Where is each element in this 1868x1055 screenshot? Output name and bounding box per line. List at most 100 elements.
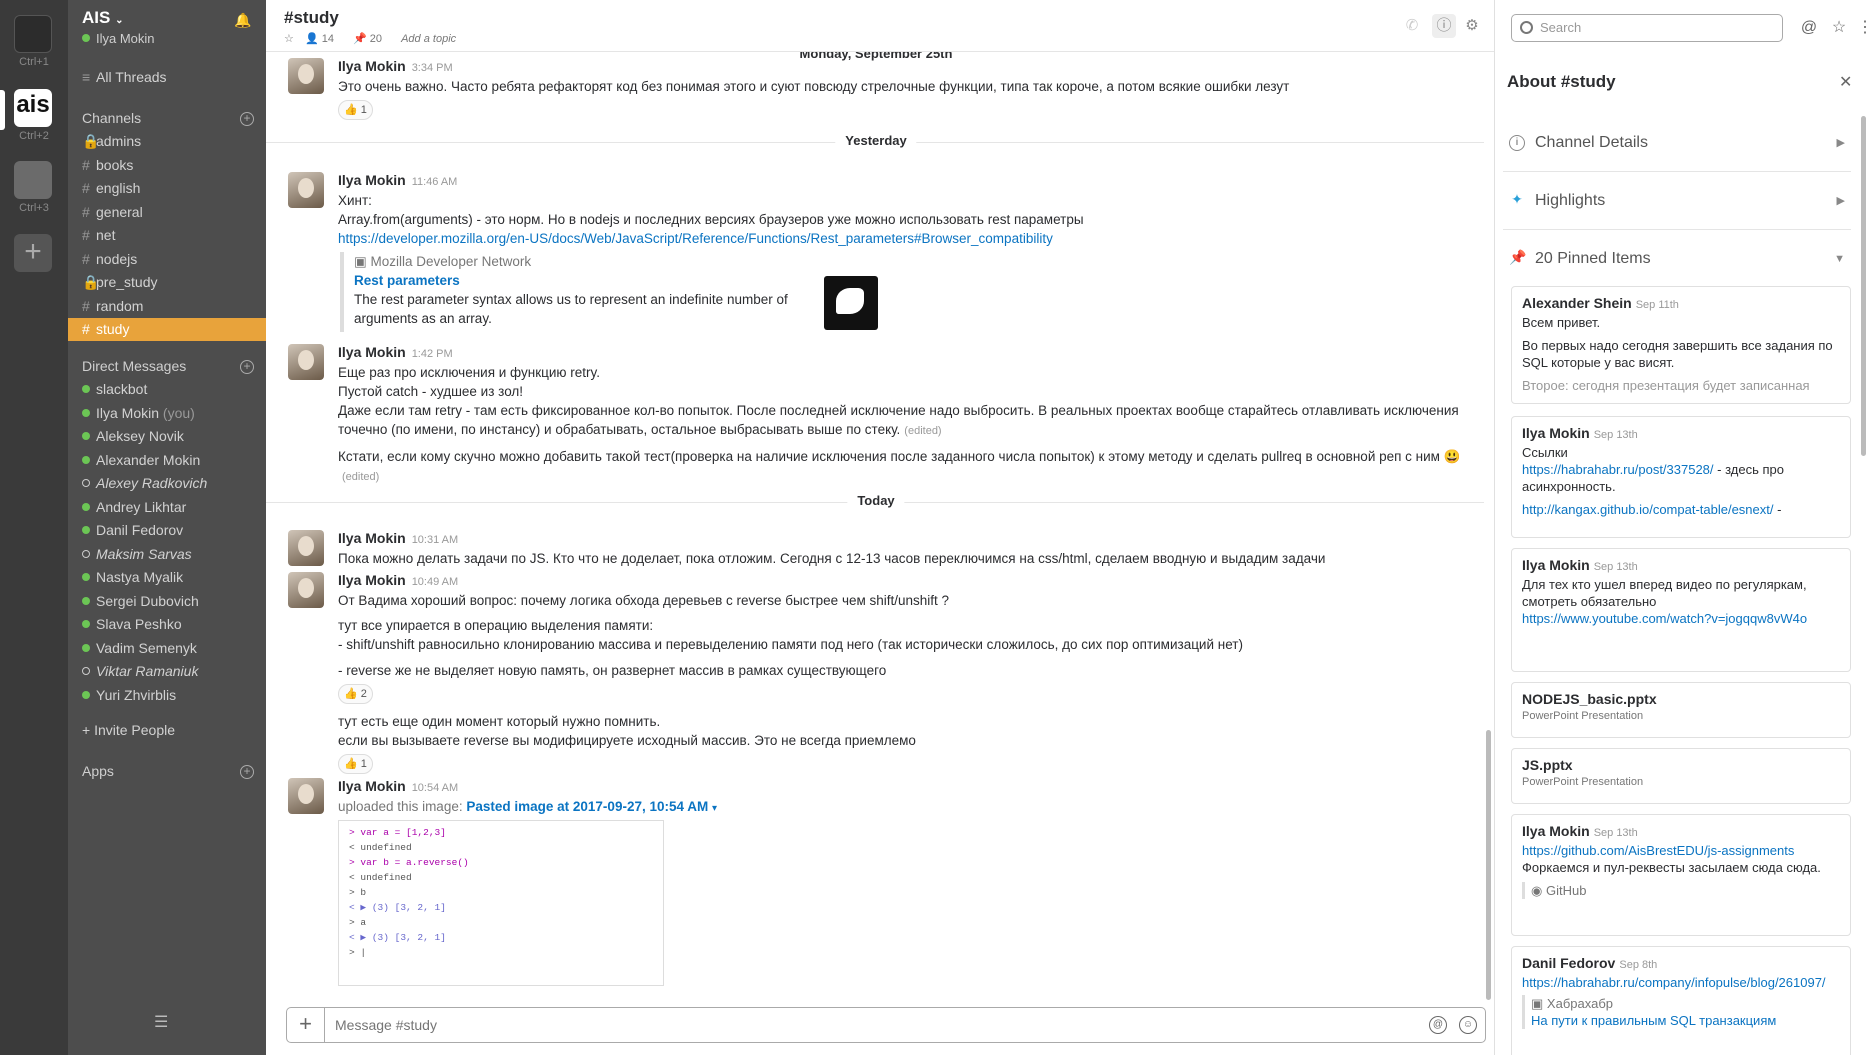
dm-item-yuri-zhvirblis[interactable]: Yuri Zhvirblis [68, 684, 266, 707]
pinned-item[interactable]: Danil Fedorov Sep 8th https://habrahabr.r… [1511, 946, 1851, 1055]
pin-link-title[interactable]: На пути к правильным SQL транзакциям [1522, 1012, 1840, 1029]
add-dm-icon[interactable]: + [240, 360, 254, 374]
message-author[interactable]: Ilya Mokin 3:34 PM [338, 58, 453, 74]
pin-link[interactable]: http://kangax.github.io/compat-table/esn… [1522, 502, 1774, 517]
section-channel-details[interactable]: i Channel Details ▶ [1503, 114, 1851, 172]
message-time[interactable]: 3:34 PM [412, 62, 453, 74]
sidebar-item-books[interactable]: # books [68, 154, 266, 177]
scrollbar[interactable] [1861, 116, 1866, 456]
file-link[interactable]: Pasted image at 2017-09-27, 10:54 AM [466, 799, 708, 814]
avatar[interactable] [288, 172, 324, 208]
dm-header[interactable]: Direct Messages [82, 358, 186, 374]
message-time[interactable]: 11:46 AM [412, 176, 458, 188]
dm-item-alexander-mokin[interactable]: Alexander Mokin [68, 449, 266, 472]
team-1-avatar[interactable] [14, 15, 52, 53]
bell-icon[interactable]: 🔔 [234, 12, 251, 28]
avatar[interactable] [288, 58, 324, 94]
message-author[interactable]: Ilya Mokin 10:54 AM [338, 778, 458, 794]
pins-count[interactable]: 📌 20 [353, 33, 390, 45]
dm-item-andrey-likhtar[interactable]: Andrey Likhtar [68, 496, 266, 519]
add-team-button[interactable]: + [14, 234, 52, 272]
pin-link[interactable]: https://habrahabr.ru/company/infopulse/b… [1522, 974, 1840, 991]
scrollbar[interactable] [1486, 730, 1491, 1000]
pinned-item[interactable]: Ilya Mokin Sep 13th https://github.com/Ai… [1511, 814, 1851, 936]
more-menu-icon[interactable]: ⋮ [1855, 18, 1868, 38]
sidebar-item-general[interactable]: # general [68, 201, 266, 224]
dm-item-slava-peshko[interactable]: Slava Peshko [68, 613, 266, 636]
message-link[interactable]: https://developer.mozilla.org/en-US/docs… [338, 229, 1478, 248]
message-time[interactable]: 10:54 AM [412, 782, 458, 794]
pinned-item[interactable]: Alexander Shein Sep 11th Всем привет. Во … [1511, 286, 1851, 404]
sidebar-item-admins[interactable]: 🔒admins [68, 130, 266, 153]
dm-item-nastya-myalik[interactable]: Nastya Myalik [68, 566, 266, 589]
mention-icon[interactable]: @ [1429, 1016, 1447, 1034]
avatar[interactable] [288, 572, 324, 608]
sidebar-item-pre_study[interactable]: 🔒pre_study [68, 271, 266, 294]
avatar[interactable] [288, 344, 324, 380]
dm-item-ilya-mokin[interactable]: Ilya Mokin (you) [68, 402, 266, 425]
dm-item-slackbot[interactable]: slackbot [68, 378, 266, 401]
message-input[interactable] [335, 1008, 1385, 1042]
pin-link[interactable]: https://habrahabr.ru/post/337528/ [1522, 462, 1714, 477]
mentions-icon[interactable]: @ [1799, 18, 1819, 38]
dm-item-alexey-radkovich[interactable]: Alexey Radkovich [68, 472, 266, 495]
sidebar-item-net[interactable]: # net [68, 224, 266, 247]
team-2-avatar[interactable]: ais [14, 89, 52, 127]
dm-item-vadim-semenyk[interactable]: Vadim Semenyk [68, 637, 266, 660]
pin-link[interactable]: https://www.youtube.com/watch?v=jogqqw8v… [1522, 610, 1840, 627]
console-line: > b [349, 887, 367, 898]
search-box[interactable]: Search [1511, 14, 1783, 42]
team-3-avatar[interactable] [14, 161, 52, 199]
message-author[interactable]: Ilya Mokin 10:49 AM [338, 572, 458, 588]
message-time[interactable]: 10:49 AM [412, 576, 458, 588]
reaction[interactable]: 👍 1 [338, 100, 373, 120]
unfurl-title[interactable]: Rest parameters [354, 271, 870, 290]
emoji-icon[interactable]: ☺ [1459, 1016, 1477, 1034]
unfurl-thumbnail[interactable] [824, 276, 878, 330]
pasted-image[interactable]: > var a = [1,2,3] < undefined > var b = a.… [338, 820, 664, 986]
avatar[interactable] [288, 778, 324, 814]
channels-header[interactable]: Channels [82, 110, 141, 126]
pinned-item[interactable]: Ilya Mokin Sep 13th Для тех кто ушел впер… [1511, 548, 1851, 672]
message-author[interactable]: Ilya Mokin 10:31 AM [338, 530, 458, 546]
all-threads-link[interactable]: ≡ All Threads [68, 66, 266, 89]
workspace-name[interactable]: AIS ⌄ [82, 8, 123, 28]
message-time[interactable]: 10:31 AM [412, 534, 458, 546]
sidebar-item-nodejs[interactable]: # nodejs [68, 248, 266, 271]
filter-list-icon[interactable]: ☰ [154, 1012, 168, 1032]
pinned-file[interactable]: NODEJS_basic.pptx PowerPoint Presentatio… [1511, 682, 1851, 738]
apps-header[interactable]: Apps [82, 763, 114, 779]
reaction[interactable]: 👍 1 [338, 754, 373, 774]
message-author[interactable]: Ilya Mokin 11:46 AM [338, 172, 457, 188]
add-app-icon[interactable]: + [240, 765, 254, 779]
dm-name: Nastya Myalik [96, 569, 184, 585]
caret-down-icon[interactable]: ▾ [712, 803, 717, 814]
close-icon[interactable]: ✕ [1839, 72, 1852, 92]
reaction[interactable]: 👍 2 [338, 684, 373, 704]
github-icon: ◉ [1531, 883, 1543, 898]
pinned-file[interactable]: JS.pptx PowerPoint Presentation [1511, 748, 1851, 804]
dm-item-danil-fedorov[interactable]: Danil Fedorov [68, 519, 266, 542]
sidebar-item-english[interactable]: # english [68, 177, 266, 200]
dm-item-maksim-sarvas[interactable]: Maksim Sarvas [68, 543, 266, 566]
invite-people-link[interactable]: + Invite People [68, 719, 266, 742]
dm-item-sergei-dubovich[interactable]: Sergei Dubovich [68, 590, 266, 613]
members-count[interactable]: 👤 14 [305, 33, 342, 45]
message-time[interactable]: 1:42 PM [412, 348, 453, 360]
sidebar-item-study[interactable]: # study [68, 318, 266, 341]
star-items-icon[interactable]: ☆ [1829, 18, 1849, 38]
section-pinned-items[interactable]: 📌 20 Pinned Items ▼ [1503, 230, 1851, 288]
dm-item-viktar-ramaniuk[interactable]: Viktar Ramaniuk [68, 660, 266, 683]
day-divider-label: Monday, September 25th [789, 52, 963, 61]
pin-link[interactable]: https://github.com/AisBrestEDU/js-assign… [1522, 842, 1840, 859]
section-highlights[interactable]: ✦ Highlights ▶ [1503, 172, 1851, 230]
add-topic-link[interactable]: Add a topic [401, 33, 456, 45]
add-channel-icon[interactable]: + [240, 112, 254, 126]
avatar[interactable] [288, 530, 324, 566]
dm-item-aleksey-novik[interactable]: Aleksey Novik [68, 425, 266, 448]
star-icon[interactable]: ☆ [284, 33, 294, 45]
message-author[interactable]: Ilya Mokin 1:42 PM [338, 344, 453, 360]
attach-button[interactable]: + [287, 1008, 325, 1042]
pinned-item[interactable]: Ilya Mokin Sep 13th Ссылки https://habrah… [1511, 416, 1851, 538]
sidebar-item-random[interactable]: # random [68, 295, 266, 318]
